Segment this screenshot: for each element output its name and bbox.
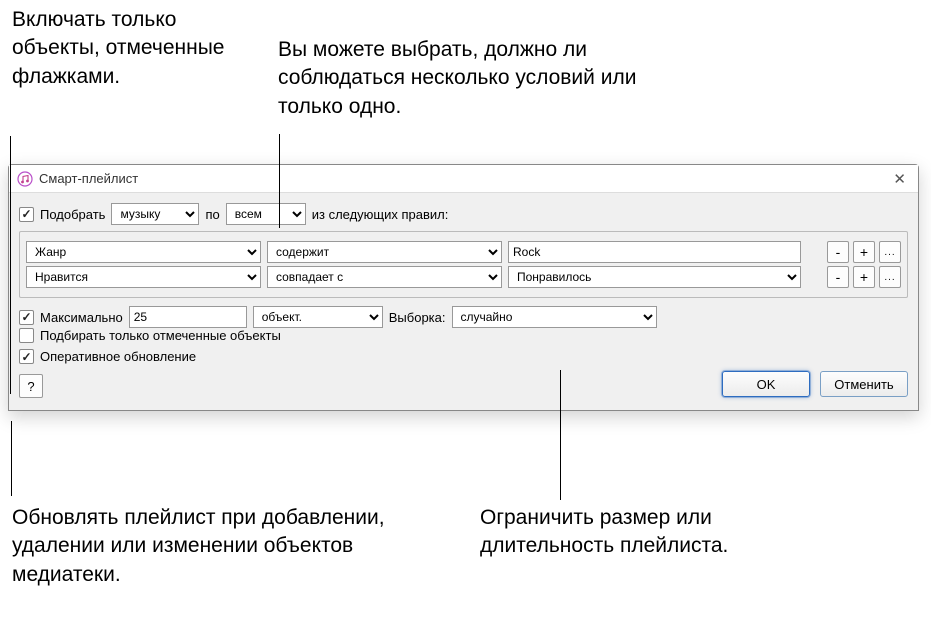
rule-add-button[interactable]: + (853, 266, 875, 288)
sample-select[interactable]: случайно (452, 306, 657, 328)
mode-select[interactable]: всем (226, 203, 306, 225)
rule-op-select[interactable]: совпадает с (267, 266, 502, 288)
rule-more-button[interactable]: ... (879, 241, 901, 263)
limit-label: Максимально (40, 310, 123, 325)
footer-row: ? OK Отменить (19, 370, 908, 398)
ok-button[interactable]: OK (722, 371, 810, 397)
help-button[interactable]: ? (19, 374, 43, 398)
callout-top-left: Включать только объекты, отмеченные флаж… (12, 6, 252, 91)
rule-remove-button[interactable]: - (827, 241, 849, 263)
match-row: Подобрать музыку по всем из следующих пр… (19, 203, 908, 225)
only-checked-label: Подбирать только отмеченные объекты (40, 328, 281, 343)
cancel-button[interactable]: Отменить (820, 371, 908, 397)
rule-more-button[interactable]: ... (879, 266, 901, 288)
rule-row: Нравится совпадает с Понравилось - + ... (26, 266, 901, 288)
limit-value-input[interactable] (129, 306, 247, 328)
callout-bottom-right: Ограничить размер или длительность плейл… (480, 504, 760, 561)
titlebar: Смарт-плейлист ✕ (9, 165, 918, 193)
media-select[interactable]: музыку (111, 203, 199, 225)
dialog-title: Смарт-плейлист (39, 171, 138, 186)
close-icon[interactable]: ✕ (889, 170, 910, 188)
live-update-row: Оперативное обновление (19, 349, 908, 364)
match-by-label: по (205, 207, 219, 222)
rule-field-select[interactable]: Нравится (26, 266, 261, 288)
only-checked-row: Подбирать только отмеченные объекты (19, 328, 908, 343)
only-checked-checkbox[interactable] (19, 328, 34, 343)
limit-checkbox[interactable] (19, 310, 34, 325)
sample-label: Выборка: (389, 310, 446, 325)
match-suffix: из следующих правил: (312, 207, 449, 222)
limit-unit-select[interactable]: объект. (253, 306, 383, 328)
match-checkbox[interactable] (19, 207, 34, 222)
rules-box: Жанр содержит - + ... Нравится совпада (19, 231, 908, 298)
rule-remove-button[interactable]: - (827, 266, 849, 288)
rule-op-select[interactable]: содержит (267, 241, 502, 263)
rule-row: Жанр содержит - + ... (26, 241, 901, 263)
smart-playlist-dialog: Смарт-плейлист ✕ Подобрать музыку по все… (8, 164, 919, 411)
rule-value-input[interactable] (508, 241, 801, 263)
rule-add-button[interactable]: + (853, 241, 875, 263)
live-update-label: Оперативное обновление (40, 349, 196, 364)
rule-value-select[interactable]: Понравилось (508, 266, 801, 288)
limit-row: Максимально объект. Выборка: случайно (19, 306, 908, 328)
callout-top-right: Вы можете выбрать, должно ли соблюдаться… (278, 36, 698, 121)
match-label: Подобрать (40, 207, 105, 222)
callout-bottom-left: Обновлять плейлист при добавлении, удале… (12, 504, 432, 589)
rule-field-select[interactable]: Жанр (26, 241, 261, 263)
live-update-checkbox[interactable] (19, 349, 34, 364)
itunes-icon (17, 171, 33, 187)
dialog-content: Подобрать музыку по всем из следующих пр… (9, 193, 918, 410)
